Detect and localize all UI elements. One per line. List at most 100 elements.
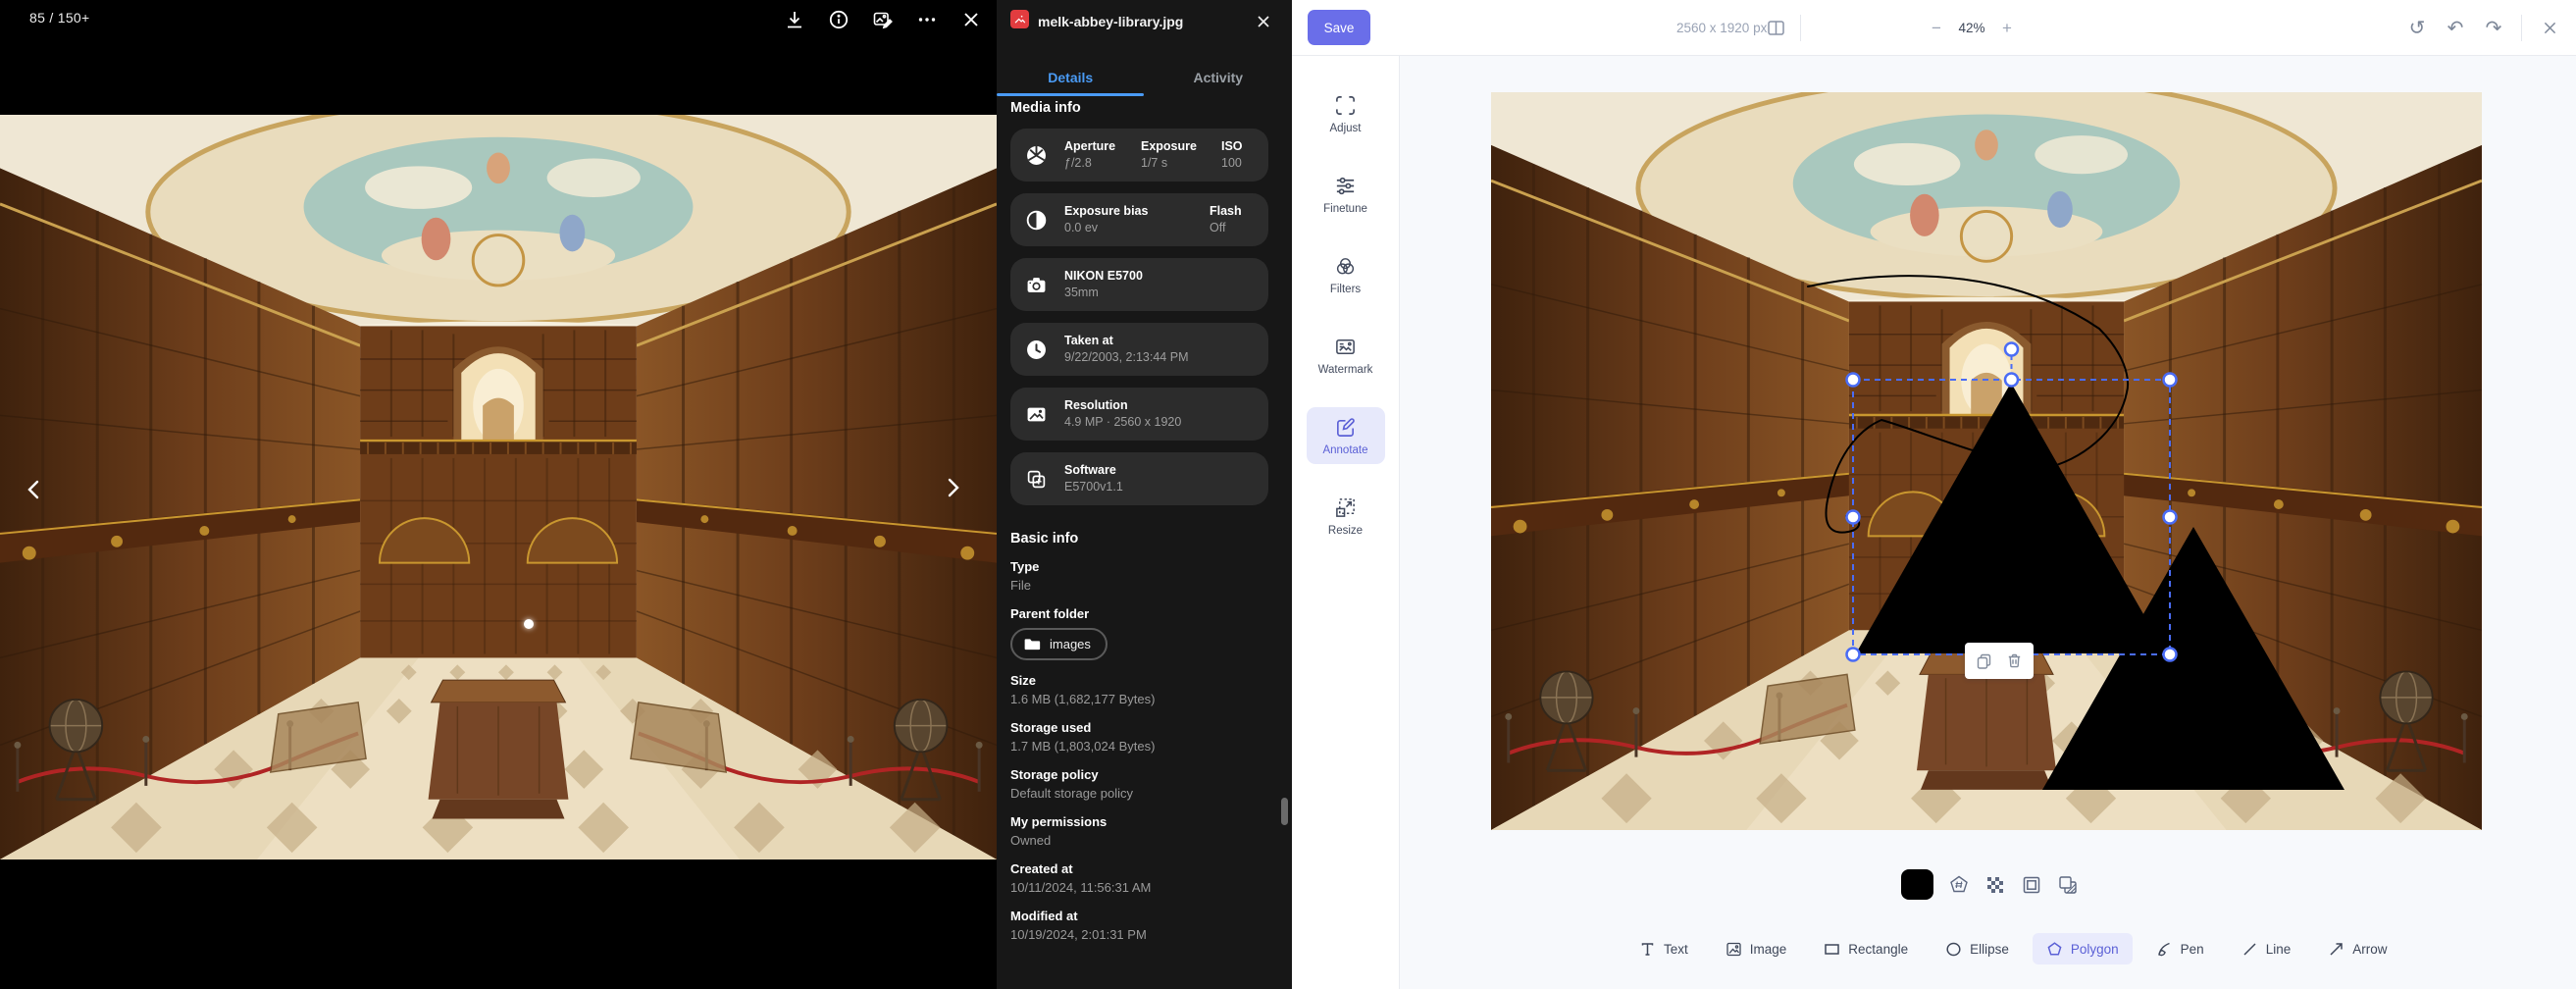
file-title: melk-abbey-library.jpg — [1038, 14, 1183, 29]
selection-handle[interactable] — [2164, 511, 2177, 524]
info-icon[interactable] — [828, 9, 850, 30]
fill-color-swatch[interactable] — [1901, 869, 1933, 900]
more-options-icon[interactable] — [916, 9, 938, 30]
tab-activity[interactable]: Activity — [1145, 59, 1293, 96]
tool-image[interactable]: Image — [1712, 933, 1801, 964]
save-button[interactable]: Save — [1308, 10, 1370, 45]
row-label: Storage policy — [1010, 767, 1268, 783]
info-row-parent-folder: Parent folder images — [1010, 606, 1268, 660]
history-controls: ↺ ↶ ↷ — [2406, 0, 2560, 56]
close-editor-icon[interactable] — [2539, 17, 2560, 40]
tool-pen[interactable]: Pen — [2142, 933, 2218, 964]
pen-icon — [2156, 941, 2173, 958]
tool-rectangle[interactable]: Rectangle — [1810, 933, 1922, 964]
library-photo — [0, 115, 997, 859]
stroke-option-icon[interactable] — [2021, 874, 2042, 896]
redo-icon[interactable]: ↷ — [2483, 17, 2504, 40]
row-value: Default storage policy — [1010, 786, 1268, 802]
details-scrollbar[interactable] — [1281, 798, 1288, 825]
close-details-icon[interactable] — [1255, 13, 1272, 30]
text-icon — [1639, 941, 1656, 958]
compare-icon[interactable] — [1767, 19, 1785, 37]
download-icon[interactable] — [784, 9, 805, 30]
zoom-in-button[interactable]: + — [1998, 20, 2016, 37]
annotation-polygon-large[interactable] — [1856, 383, 2166, 653]
tool-label: Polygon — [2071, 942, 2119, 957]
row-value: Owned — [1010, 833, 1268, 849]
transparency-icon[interactable] — [1984, 874, 2006, 896]
tool-line[interactable]: Line — [2228, 933, 2305, 964]
field-value: 1/7 s — [1141, 155, 1221, 172]
delete-icon[interactable] — [2006, 652, 2023, 669]
tool-text[interactable]: Text — [1625, 933, 1702, 964]
sidebar-item-filters[interactable]: Filters — [1307, 246, 1385, 303]
hex-color-icon[interactable] — [1948, 874, 1970, 896]
rotate-handle[interactable] — [2005, 343, 2018, 356]
editor-sidebar: Adjust Finetune Filters Watermark Annota… — [1292, 56, 1400, 989]
selection-handle[interactable] — [2005, 374, 2018, 387]
zoom-out-button[interactable]: − — [1928, 20, 1945, 37]
selection-handle[interactable] — [2164, 649, 2177, 661]
previous-photo-button[interactable] — [22, 475, 47, 504]
arrow-icon — [2328, 941, 2344, 958]
tool-arrow[interactable]: Arrow — [2314, 933, 2400, 964]
sidebar-label: Adjust — [1330, 123, 1362, 134]
watermark-icon — [1334, 336, 1357, 358]
sidebar-label: Filters — [1330, 284, 1361, 295]
canvas-image[interactable] — [1491, 92, 2482, 830]
tab-details[interactable]: Details — [997, 59, 1145, 96]
aperture-icon — [1026, 145, 1047, 166]
image-icon — [1026, 404, 1047, 425]
row-label: Modified at — [1010, 909, 1268, 924]
sidebar-item-annotate[interactable]: Annotate — [1307, 407, 1385, 464]
clock-icon — [1026, 339, 1047, 360]
line-icon — [2241, 941, 2258, 958]
tool-label: Rectangle — [1848, 942, 1908, 957]
image-file-icon — [1010, 10, 1029, 28]
tool-ellipse[interactable]: Ellipse — [1932, 933, 2023, 964]
next-photo-button[interactable] — [940, 473, 965, 502]
field-label: Aperture — [1064, 138, 1141, 155]
field-label: Taken at — [1064, 333, 1259, 349]
close-viewer-icon[interactable] — [960, 9, 982, 30]
edit-image-icon[interactable] — [872, 9, 894, 30]
row-label: Storage used — [1010, 720, 1268, 736]
editor-canvas[interactable]: Text Image Rectangle Ellipse Polygon — [1400, 56, 2576, 989]
tool-label: Text — [1664, 942, 1688, 957]
duplicate-icon[interactable] — [1976, 652, 1992, 669]
shadow-option-icon[interactable] — [2057, 874, 2079, 896]
info-row-created: Created at 10/11/2024, 11:56:31 AM — [1010, 861, 1268, 896]
contrast-icon — [1026, 210, 1047, 231]
undo-icon[interactable]: ↶ — [2445, 17, 2466, 40]
info-row-type: Type File — [1010, 559, 1268, 594]
selection-handle[interactable] — [1847, 649, 1860, 661]
selection-handle[interactable] — [1847, 374, 1860, 387]
tool-label: Ellipse — [1970, 942, 2009, 957]
image-tool-icon — [1726, 941, 1742, 958]
field-value: 9/22/2003, 2:13:44 PM — [1064, 349, 1259, 366]
parent-folder-chip[interactable]: images — [1010, 628, 1108, 660]
selection-handle[interactable] — [2164, 374, 2177, 387]
folder-icon — [1024, 636, 1041, 652]
tool-polygon[interactable]: Polygon — [2033, 933, 2133, 964]
reset-icon[interactable]: ↺ — [2406, 17, 2428, 40]
sidebar-label: Watermark — [1318, 364, 1373, 376]
media-info-heading: Media info — [1010, 100, 1268, 116]
info-row-storage-policy: Storage policy Default storage policy — [1010, 767, 1268, 802]
sidebar-item-finetune[interactable]: Finetune — [1307, 166, 1385, 223]
photo-counter: 85 / 150+ — [29, 10, 89, 26]
sidebar-item-resize[interactable]: Resize — [1307, 488, 1385, 545]
field-value: 35mm — [1064, 285, 1259, 301]
editor-topbar: Save 2560 x 1920 px − 42% + ↺ ↶ ↷ — [1292, 0, 2576, 56]
info-row-size: Size 1.6 MB (1,682,177 Bytes) — [1010, 673, 1268, 707]
info-row-storage-used: Storage used 1.7 MB (1,803,024 Bytes) — [1010, 720, 1268, 755]
sidebar-item-watermark[interactable]: Watermark — [1307, 327, 1385, 384]
selection-handle[interactable] — [1847, 511, 1860, 524]
media-card-bias-flash: Exposure bias0.0 ev FlashOff — [1010, 193, 1268, 246]
field-value: 4.9 MP · 2560 x 1920 — [1064, 414, 1259, 431]
row-value: 1.7 MB (1,803,024 Bytes) — [1010, 739, 1268, 755]
annotation-mini-toolbar — [1965, 643, 2034, 679]
sidebar-item-adjust[interactable]: Adjust — [1307, 85, 1385, 142]
row-label: My permissions — [1010, 814, 1268, 830]
row-value: 10/19/2024, 2:01:31 PM — [1010, 927, 1268, 943]
